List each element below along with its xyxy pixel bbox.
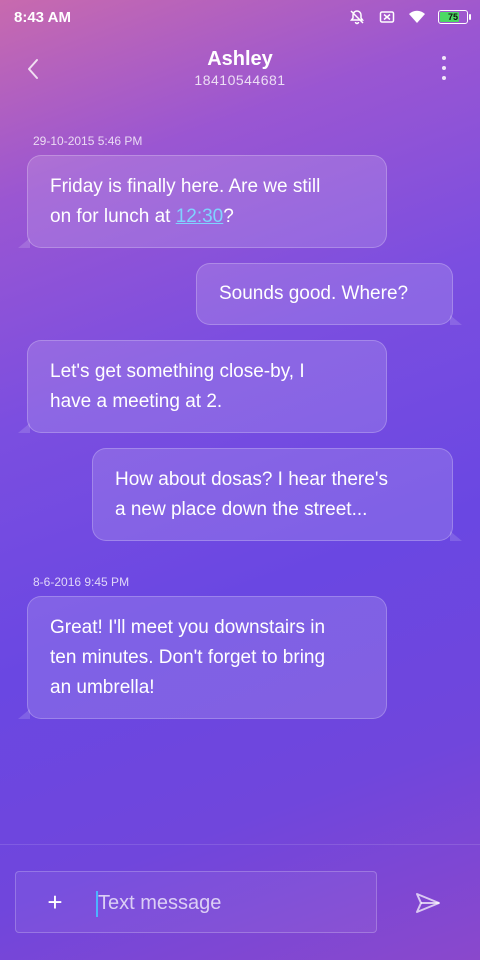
- more-options-button[interactable]: [436, 56, 452, 80]
- status-time: 8:43 AM: [14, 8, 71, 26]
- compose-divider: [0, 844, 480, 845]
- battery-level: 75: [447, 12, 458, 22]
- contact-name: Ashley: [207, 48, 273, 70]
- message-text: Sounds good. Where?: [219, 283, 409, 304]
- message-input[interactable]: [98, 886, 358, 920]
- message-text: Great! I'll meet you downstairs in ten m…: [50, 616, 326, 698]
- message-bubble-outgoing[interactable]: Sounds good. Where?: [196, 263, 462, 325]
- message-timestamp: 8-6-2016 9:45 PM: [33, 575, 130, 589]
- message-text: Friday is finally here. Are we still on …: [50, 175, 321, 227]
- message-bubble-incoming[interactable]: Let's get something close-by, I have a m…: [18, 340, 387, 433]
- contact-number: 18410544681: [194, 72, 286, 88]
- wifi-icon: [408, 8, 426, 26]
- compose-box[interactable]: +: [15, 871, 377, 933]
- message-timestamp: 29-10-2015 5:46 PM: [33, 134, 143, 148]
- sim-off-icon: [378, 8, 396, 26]
- send-button[interactable]: [412, 888, 444, 918]
- send-icon: [416, 893, 440, 913]
- message-text: How about dosas? I hear there's a new pl…: [115, 468, 388, 520]
- message-bubble-incoming[interactable]: Great! I'll meet you downstairs in ten m…: [18, 596, 387, 719]
- message-text: Let's get something close-by, I have a m…: [50, 360, 305, 412]
- time-link[interactable]: 12:30: [176, 206, 224, 227]
- battery-icon: 75: [438, 10, 471, 24]
- status-icons: 75: [348, 8, 471, 26]
- attach-button[interactable]: +: [42, 886, 68, 918]
- more-vertical-icon: [442, 56, 446, 60]
- notifications-off-icon: [348, 8, 366, 26]
- message-bubble-incoming[interactable]: Friday is finally here. Are we still on …: [18, 155, 387, 248]
- status-bar: 8:43 AM 75: [0, 0, 480, 34]
- conversation-header: Ashley 18410544681: [0, 40, 480, 96]
- message-bubble-outgoing[interactable]: How about dosas? I hear there's a new pl…: [92, 448, 462, 541]
